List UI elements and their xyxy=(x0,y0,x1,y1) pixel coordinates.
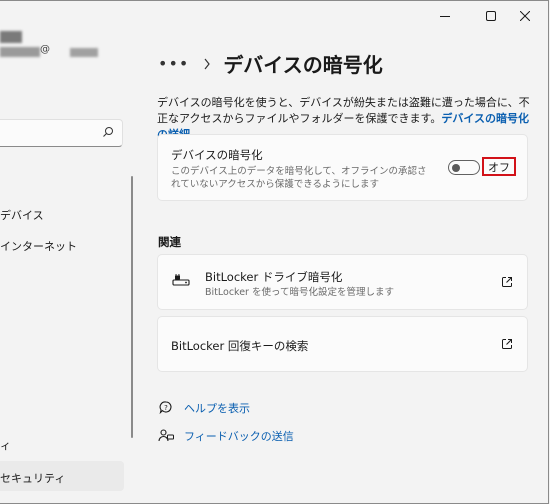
account-email-blurred xyxy=(0,47,40,57)
encryption-card-subtitle: このデバイス上のデータを暗号化して、オフラインの承認されていないアクセスから保護… xyxy=(171,166,427,190)
toggle-state-label: オフ xyxy=(482,157,516,176)
sidebar-item-label: ィ xyxy=(0,439,11,452)
svg-text:?: ? xyxy=(164,404,168,412)
related-item-bitlocker[interactable]: BitLocker ドライブ暗号化 BitLocker を使って暗号化設定を管理… xyxy=(157,254,528,310)
related-item-recovery-key[interactable]: BitLocker 回復キーの検索 xyxy=(157,316,528,372)
account-name-blurred xyxy=(0,31,22,43)
external-link-icon xyxy=(502,339,512,349)
account-email-domain: @ xyxy=(40,44,50,55)
feedback-icon xyxy=(158,429,174,442)
feedback-link-label: フィードバックの送信 xyxy=(184,430,294,443)
maximize-icon xyxy=(486,11,496,21)
minimize-icon xyxy=(440,16,450,17)
page-title: デバイスの暗号化 xyxy=(223,53,383,77)
help-link[interactable]: ? ヘルプを表示 xyxy=(158,400,250,416)
help-icon: ? xyxy=(159,401,172,415)
sidebar-item-security[interactable]: セキュリティ xyxy=(0,470,65,486)
encryption-toggle[interactable] xyxy=(448,160,480,175)
search-icon xyxy=(103,127,113,137)
toggle-knob xyxy=(452,163,460,172)
sidebar-item-network[interactable]: インターネット xyxy=(0,238,77,254)
bitlocker-icon xyxy=(172,274,190,286)
feedback-link[interactable]: フィードバックの送信 xyxy=(158,428,294,444)
sidebar-item-label: セキュリティ xyxy=(0,472,66,485)
sidebar-item-label: デバイス xyxy=(0,209,44,222)
breadcrumb-more-button[interactable]: ••• xyxy=(158,54,189,73)
chevron-right-icon xyxy=(204,58,211,69)
sidebar-item-devices[interactable]: デバイス xyxy=(0,207,44,223)
sidebar-item-label: インターネット xyxy=(0,240,77,253)
search-input[interactable] xyxy=(0,119,123,147)
help-link-label: ヘルプを表示 xyxy=(184,402,250,415)
device-encryption-card: デバイスの暗号化 このデバイス上のデータを暗号化して、オフラインの承認されていな… xyxy=(157,134,528,201)
recovery-key-title: BitLocker 回復キーの検索 xyxy=(171,339,309,353)
sidebar-item-accessibility[interactable]: ィ xyxy=(0,437,11,453)
breadcrumb: ••• デバイスの暗号化 xyxy=(158,49,383,78)
sidebar-scrollbar[interactable] xyxy=(131,176,133,438)
close-button[interactable] xyxy=(502,1,548,31)
account-email-blurred-domain xyxy=(70,48,98,57)
encryption-card-title: デバイスの暗号化 xyxy=(171,148,263,162)
related-heading: 関連 xyxy=(158,235,181,249)
close-icon xyxy=(520,11,530,21)
settings-window: @ デバイス インターネット ィ セキュリティ ••• デバイスの暗号化 デバイ… xyxy=(0,0,549,504)
title-bar xyxy=(0,1,548,31)
external-link-icon xyxy=(502,277,512,287)
bitlocker-subtitle: BitLocker を使って暗号化設定を管理します xyxy=(205,287,395,298)
bitlocker-title: BitLocker ドライブ暗号化 xyxy=(205,270,343,284)
minimize-button[interactable] xyxy=(422,1,468,31)
